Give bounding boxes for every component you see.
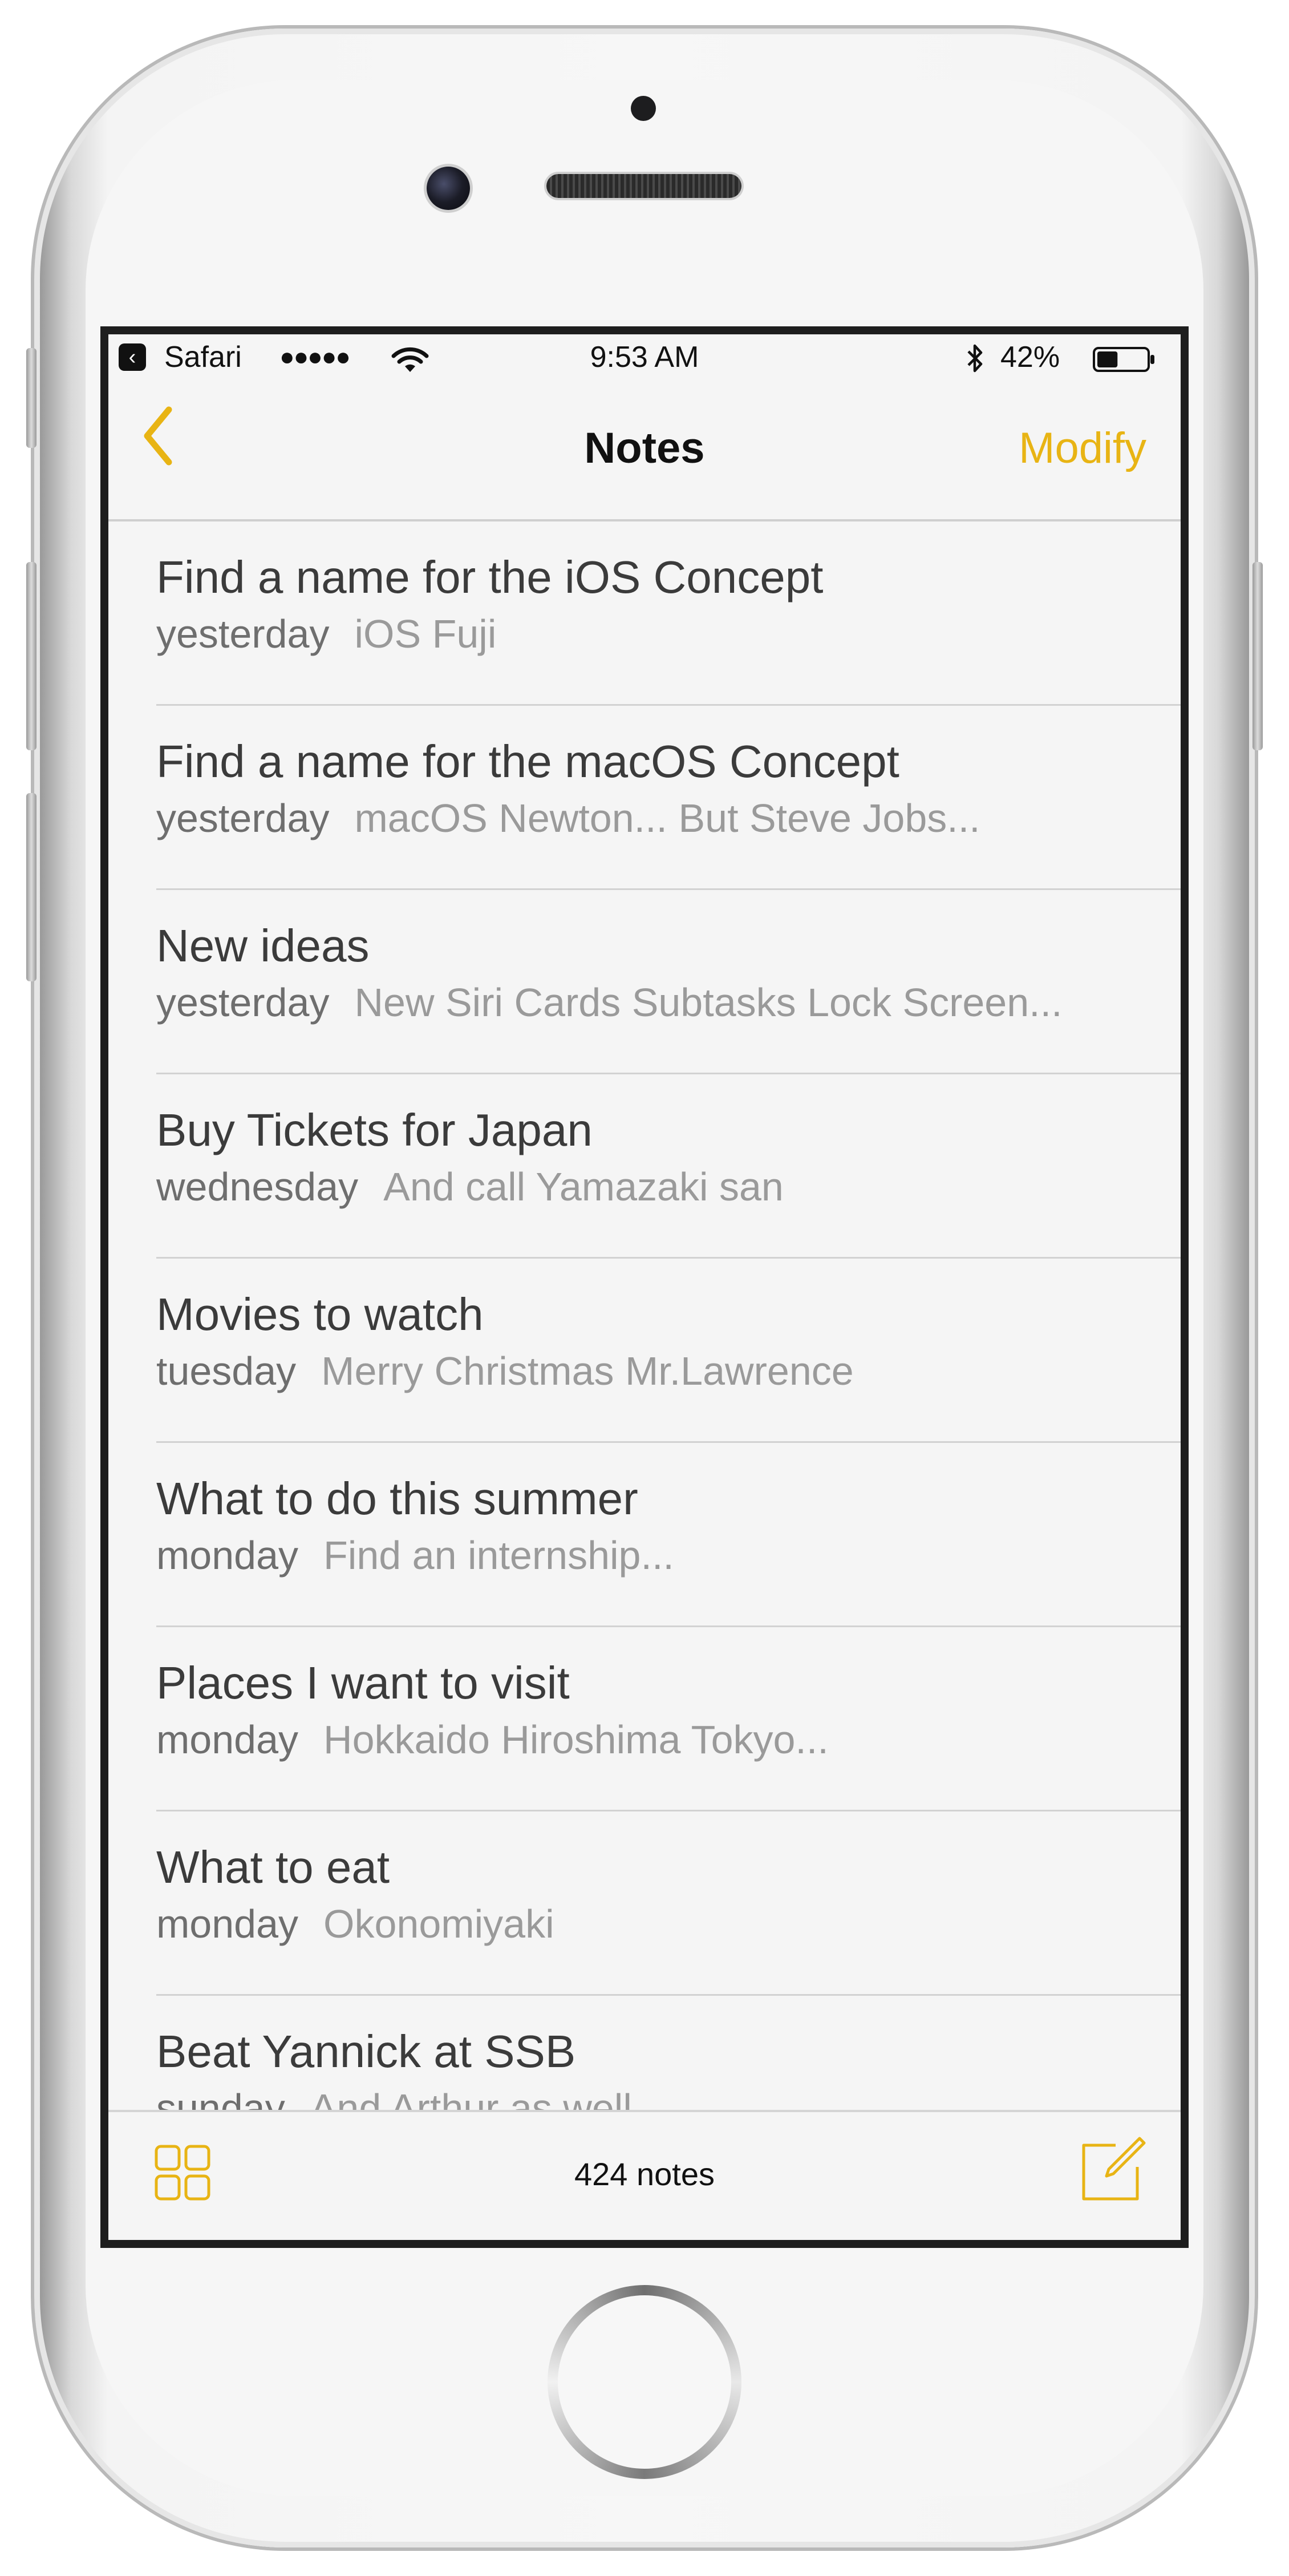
note-date: tuesday <box>156 1349 297 1393</box>
note-row[interactable]: Find a name for the iOS Concept yesterda… <box>108 521 1181 706</box>
note-subtitle: yesterday New Siri Cards Subtasks Lock Sc… <box>156 977 1063 1028</box>
note-subtitle: sunday And Arthur as well <box>156 2082 632 2110</box>
note-row[interactable]: Beat Yannick at SSB sunday And Arthur as … <box>108 1996 1181 2110</box>
note-row[interactable]: Movies to watch tuesday Merry Christmas M… <box>108 1259 1181 1443</box>
screen: ‹ Safari ●●●●● 9:53 AM 42% Notes Modify … <box>108 334 1181 2240</box>
note-title: Find a name for the macOS Concept <box>156 736 899 787</box>
home-button-face <box>558 2295 731 2469</box>
note-date: yesterday <box>156 980 330 1025</box>
note-preview: And Arthur as well <box>310 2086 632 2110</box>
note-preview: Merry Christmas Mr.Lawrence <box>321 1349 854 1393</box>
battery-level-fill <box>1097 351 1118 367</box>
note-preview: Find an internship... <box>323 1533 674 1578</box>
note-date: monday <box>156 1533 299 1578</box>
note-row[interactable]: Places I want to visit monday Hokkaido Hi… <box>108 1627 1181 1811</box>
note-preview: And call Yamazaki san <box>383 1164 784 1209</box>
note-preview: macOS Newton... But Steve Jobs... <box>354 796 980 840</box>
note-date: yesterday <box>156 796 330 840</box>
note-title: What to do this summer <box>156 1473 638 1524</box>
note-subtitle: yesterday iOS Fuji <box>156 608 496 660</box>
modify-button[interactable]: Modify <box>1019 420 1146 477</box>
note-title: Beat Yannick at SSB <box>156 2026 576 2077</box>
note-title: Find a name for the iOS Concept <box>156 552 824 602</box>
note-row[interactable]: What to do this summer monday Find an int… <box>108 1443 1181 1627</box>
note-date: wednesday <box>156 1164 359 1209</box>
note-preview: Hokkaido Hiroshima Tokyo... <box>323 1717 829 1762</box>
note-date: monday <box>156 1717 299 1762</box>
bottom-toolbar: 424 notes <box>108 2110 1181 2240</box>
power-button <box>1252 562 1263 750</box>
notes-list: Find a name for the iOS Concept yesterda… <box>108 521 1181 2110</box>
note-subtitle: monday Hokkaido Hiroshima Tokyo... <box>156 1714 829 1765</box>
bluetooth-icon <box>967 344 983 373</box>
note-title: What to eat <box>156 1842 390 1892</box>
note-date: sunday <box>156 2086 285 2110</box>
volume-up-button <box>26 562 37 750</box>
note-title: Places I want to visit <box>156 1657 570 1708</box>
notes-count: 424 notes <box>574 2156 715 2192</box>
mute-switch <box>26 348 37 448</box>
page: ‹ Safari ●●●●● 9:53 AM 42% Notes Modify … <box>0 0 1289 2576</box>
note-subtitle: tuesday Merry Christmas Mr.Lawrence <box>156 1345 854 1397</box>
earpiece-speaker <box>546 174 741 198</box>
note-row[interactable]: Find a name for the macOS Concept yester… <box>108 706 1181 890</box>
note-preview: New Siri Cards Subtasks Lock Screen... <box>354 980 1063 1025</box>
battery-icon <box>1093 347 1154 372</box>
volume-down-button <box>26 793 37 981</box>
status-bar: ‹ Safari ●●●●● 9:53 AM 42% <box>108 334 1181 374</box>
note-preview: iOS Fuji <box>354 612 497 656</box>
note-title: Buy Tickets for Japan <box>156 1105 593 1155</box>
note-subtitle: monday Okonomiyaki <box>156 1898 554 1950</box>
note-date: yesterday <box>156 612 330 656</box>
note-date: monday <box>156 1902 299 1946</box>
note-preview: Okonomiyaki <box>323 1902 554 1946</box>
battery-percent: 42% <box>1000 341 1060 374</box>
note-title: Movies to watch <box>156 1289 484 1340</box>
note-subtitle: yesterday macOS Newton... But Steve Jobs.… <box>156 792 980 844</box>
note-row[interactable]: What to eat monday Okonomiyaki <box>108 1811 1181 1996</box>
note-row[interactable]: Buy Tickets for Japan wednesday And call … <box>108 1074 1181 1259</box>
note-title: New ideas <box>156 920 370 971</box>
note-subtitle: wednesday And call Yamazaki san <box>156 1161 784 1212</box>
home-button[interactable] <box>548 2285 741 2479</box>
compose-icon[interactable] <box>1078 2135 1146 2203</box>
note-subtitle: monday Find an internship... <box>156 1530 674 1581</box>
front-camera <box>427 167 470 210</box>
proximity-sensor <box>631 96 656 121</box>
note-row[interactable]: New ideas yesterday New Siri Cards Subtas… <box>108 890 1181 1074</box>
